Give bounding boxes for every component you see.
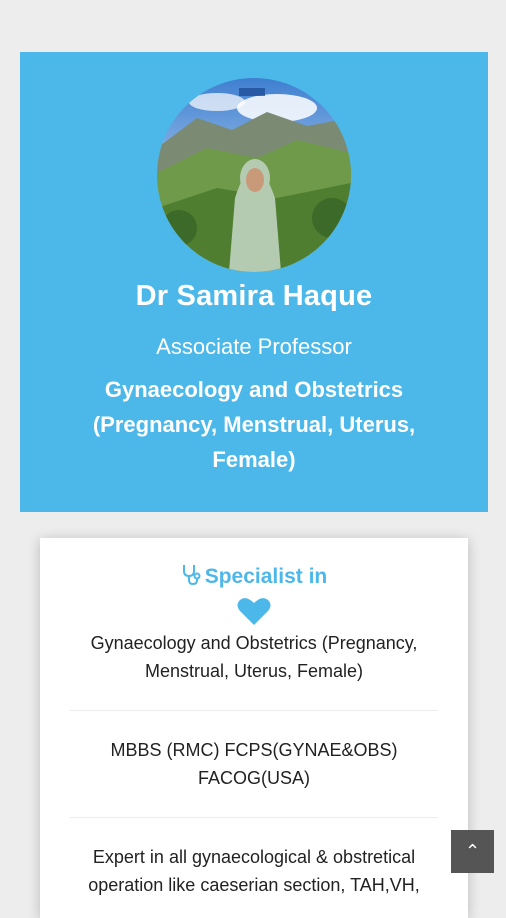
qualification-item: MBBS (RMC) FCPS(GYNAE&OBS) FACOG(USA) xyxy=(110,740,398,788)
specialty-item: Gynaecology and Obstetrics (Pregnancy, M… xyxy=(90,633,418,681)
doctor-department: Gynaecology and Obstetrics (Pregnancy, M… xyxy=(92,377,416,472)
scroll-top-button[interactable]: ⌃ xyxy=(451,830,494,873)
doctor-title: Associate Professor xyxy=(156,334,352,359)
chevron-up-icon: ⌃ xyxy=(464,841,481,861)
stethoscope-icon xyxy=(182,565,201,586)
specialist-card: Specialist in Gynaecology and Obstetrics… xyxy=(40,538,468,918)
doctor-avatar xyxy=(157,78,351,272)
expertise-item: Expert in all gynaecological & obstretic… xyxy=(88,847,420,895)
profile-header: Dr Samira Haque Associate Professor Gyna… xyxy=(20,52,488,512)
specialist-heading-label: Specialist in xyxy=(204,565,328,588)
specialist-heading: Specialist in xyxy=(40,564,468,589)
heart-icon xyxy=(237,598,271,625)
divider xyxy=(70,817,438,818)
doctor-name: Dr Samira Haque xyxy=(135,280,373,312)
divider xyxy=(70,710,438,711)
